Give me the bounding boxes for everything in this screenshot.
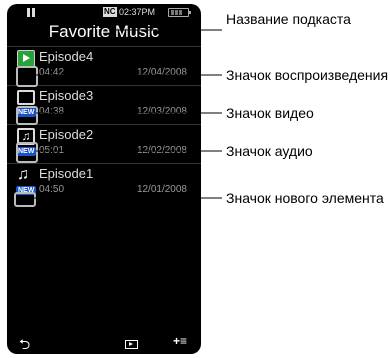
annotation-podcast-name: Название подкаста — [226, 11, 351, 27]
callout-dot — [108, 33, 114, 39]
callout-lines — [34, 29, 222, 199]
annotation-audio-icon: Значок аудио — [226, 143, 313, 159]
annotation-play-icon: Значок воспроизведения — [226, 67, 389, 83]
annotation-new-item-icon: Значок нового элемента — [226, 190, 384, 206]
annotation-video-icon: Значок видео — [226, 105, 314, 121]
